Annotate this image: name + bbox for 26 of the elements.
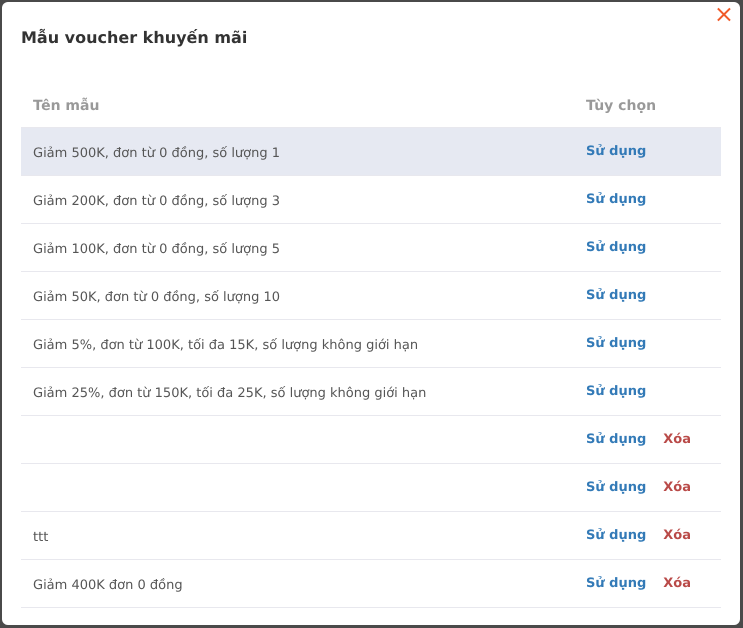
delete-link[interactable]: Xóa (663, 574, 691, 594)
template-name: Giảm 500K, đơn từ 0 đồng, số lượng 1 (33, 146, 280, 160)
use-link[interactable]: Sử dụng (586, 478, 646, 498)
delete-link[interactable]: Xóa (663, 478, 691, 498)
use-link[interactable]: Sử dụng (586, 382, 646, 402)
column-header: Tên mẫu (33, 96, 100, 116)
use-link[interactable]: Sử dụng (586, 574, 646, 594)
use-link[interactable]: Sử dụng (586, 286, 646, 306)
template-name: Giảm 5%, đơn từ 100K, tối đa 15K, số lượng không giới hạn (33, 338, 418, 352)
delete-link[interactable]: Xóa (663, 430, 691, 450)
template-name: Giảm 50K, đơn từ 0 đồng, số lượng 10 (33, 290, 280, 304)
template-name: Giảm 25%, đơn từ 150K, tối đa 25K, số lượng không giới hạn (33, 386, 426, 400)
use-link[interactable]: Sử dụng (586, 238, 646, 258)
use-link[interactable]: Sử dụng (586, 430, 646, 450)
column-header: Tùy chọn (586, 97, 656, 116)
delete-link[interactable]: Xóa (663, 526, 691, 546)
template-name: ttt (33, 530, 48, 544)
template-name: Giảm 200K, đơn từ 0 đồng, số lượng 3 (33, 194, 280, 208)
use-link[interactable]: Sử dụng (586, 190, 646, 210)
close-button[interactable]: × (714, 2, 734, 26)
dialog-title: Mẫu voucher khuyến mãi (21, 28, 248, 47)
use-link[interactable]: Sử dụng (586, 526, 646, 546)
template-name: Giảm 100K, đơn từ 0 đồng, số lượng 5 (33, 242, 280, 256)
use-link[interactable]: Sử dụng (586, 334, 646, 354)
use-link[interactable]: Sử dụng (586, 142, 646, 162)
template-name: Giảm 400K đơn 0 đồng (33, 578, 183, 592)
